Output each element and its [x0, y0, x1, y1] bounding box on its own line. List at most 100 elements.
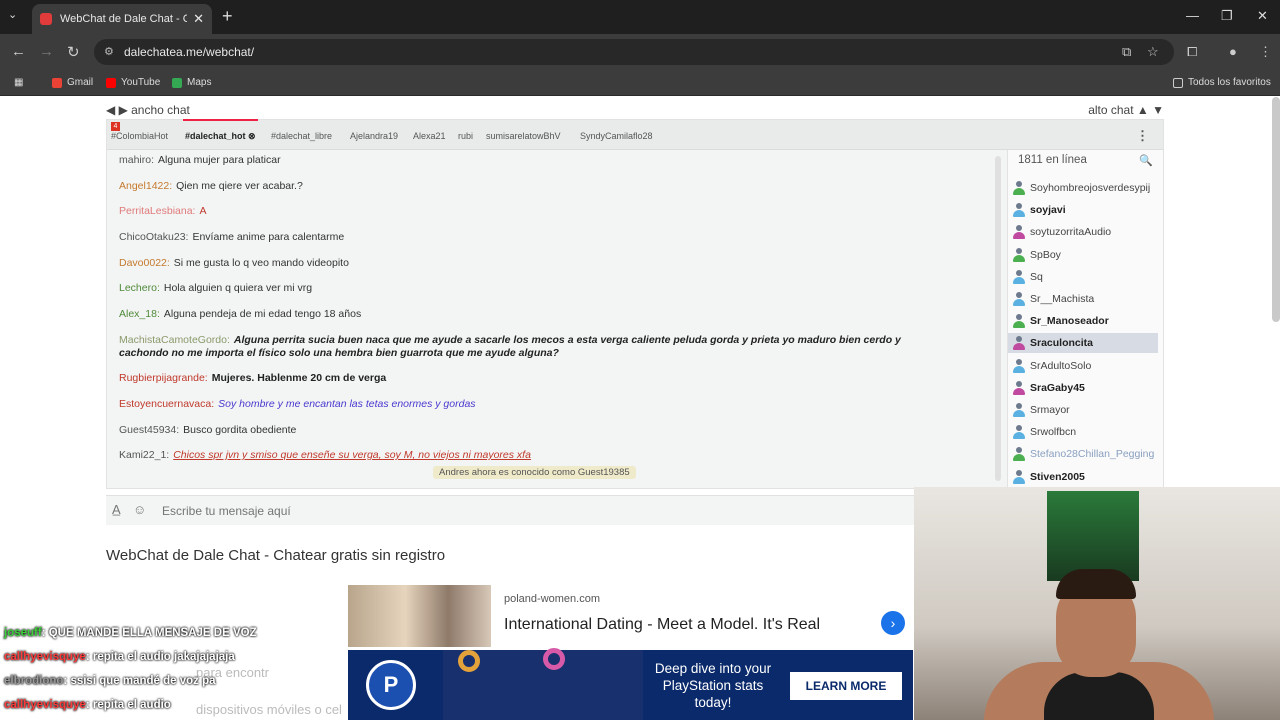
bookmark-youtube[interactable]: YouTube: [106, 77, 160, 88]
tab-syndycamilaflo28[interactable]: SyndyCamilaflo28: [580, 131, 653, 141]
tab-rubi[interactable]: rubi: [458, 131, 473, 141]
user-name: soyjavi: [1030, 204, 1066, 217]
site-favicon-icon: [40, 13, 52, 25]
message-input-bar: A̲ ☺: [106, 495, 914, 525]
message-username[interactable]: PerritaLesbiana:: [119, 205, 195, 217]
bookmark-maps[interactable]: Maps: [172, 77, 211, 88]
page-scrollbar[interactable]: [1272, 97, 1280, 322]
all-bookmarks[interactable]: Todos los favoritos: [1173, 77, 1271, 88]
message-username[interactable]: MachistaCamoteGordo:: [119, 334, 230, 346]
tab-alexa21[interactable]: Alexa21: [413, 131, 446, 141]
webcam-overlay: [914, 487, 1280, 720]
tab-close-icon[interactable]: ✕: [193, 11, 204, 27]
ad-banner-dating[interactable]: poland-women.com International Dating - …: [348, 585, 913, 647]
chat-size-controls: ◀ ▶ ancho chat alto chat ▲ ▼: [106, 101, 1164, 119]
bookmark-gmail[interactable]: Gmail: [52, 77, 93, 88]
forward-icon[interactable]: →: [39, 43, 54, 60]
message-username[interactable]: Angel1422:: [119, 180, 172, 192]
gmail-icon: [52, 77, 62, 88]
user-list-item[interactable]: Sq: [1008, 267, 1158, 287]
joker-poster: [1047, 491, 1139, 581]
ad-logo-icon: P: [366, 660, 416, 710]
message-input[interactable]: [162, 500, 902, 522]
chat-message: Alex_18: Alguna pendeja de mi edad tengo …: [119, 308, 909, 321]
learn-more-button[interactable]: LEARN MORE: [790, 672, 902, 700]
user-name: Srwolfbcn: [1030, 426, 1077, 439]
ad-image: [348, 585, 491, 647]
message-text: Envíame anime para calentarme: [192, 231, 345, 243]
male-avatar-icon: [1013, 425, 1025, 440]
chat-message: Estoyencuernavaca: Soy hombre y me encant…: [119, 398, 909, 411]
ad-arrow-icon[interactable]: ›: [881, 611, 905, 635]
restore-icon[interactable]: ❐: [1221, 8, 1233, 24]
user-list-item[interactable]: Sr__Machista: [1008, 289, 1158, 309]
user-list-item[interactable]: Stiven2005: [1008, 467, 1158, 487]
user-list-item[interactable]: soytuzorritaAudio: [1008, 222, 1158, 242]
user-list-item[interactable]: soyjavi: [1008, 200, 1158, 220]
new-tab-icon[interactable]: +: [222, 6, 233, 27]
message-scrollbar[interactable]: [995, 156, 1001, 481]
user-list-item[interactable]: SraGaby45: [1008, 378, 1158, 398]
stream-chat-user: elbrodiono: [4, 675, 64, 687]
browser-tab[interactable]: WebChat de Dale Chat - Chatear ✕: [32, 4, 212, 34]
extensions-icon[interactable]: ⧠: [1187, 44, 1197, 60]
tab-dalechat-hot[interactable]: #dalechat_hot ⊗: [183, 119, 258, 142]
profile-icon[interactable]: ●: [1229, 44, 1237, 59]
stream-chat-user: callhyevisquye: [4, 651, 86, 663]
tab-colombiahot[interactable]: #ColombiaHot: [111, 131, 168, 141]
tab-ajelandra19[interactable]: Ajelandra19: [350, 131, 398, 141]
back-icon[interactable]: ←: [11, 43, 26, 60]
page-title: WebChat de Dale Chat - Chatear gratis si…: [106, 547, 446, 564]
message-username[interactable]: Guest45934:: [119, 424, 179, 436]
user-list-item[interactable]: Sraculoncita: [1008, 333, 1158, 354]
stream-chat-user: callhyevisquye: [4, 699, 86, 711]
stream-chat-user: joseuff: [4, 627, 42, 639]
user-list-item[interactable]: Sr_Manoseador: [1008, 311, 1158, 331]
address-bar[interactable]: ⚙ dalechatea.me/webchat/: [94, 39, 1174, 65]
message-text: Alguna perrita sucia buen naca que me ay…: [119, 334, 901, 359]
message-username[interactable]: Rugbierpijagrande:: [119, 372, 208, 384]
site-info-icon[interactable]: ⚙: [104, 39, 114, 65]
tab-search-icon[interactable]: ⌄: [8, 8, 17, 21]
tab-sumisarelatowbhv[interactable]: sumisarelatowBhV: [486, 131, 561, 141]
user-list-item[interactable]: Srwolfbcn: [1008, 422, 1158, 442]
unread-badge: 4: [111, 122, 120, 131]
user-search-icon[interactable]: 🔍: [1139, 154, 1153, 167]
ad-headline[interactable]: International Dating - Meet a Model. It'…: [504, 616, 820, 634]
install-icon[interactable]: ⧉: [1122, 44, 1131, 60]
tab-close-icon[interactable]: ⊗: [248, 131, 256, 141]
font-style-icon[interactable]: A̲: [112, 502, 121, 517]
emoji-icon[interactable]: ☺: [133, 502, 146, 517]
menu-icon[interactable]: ⋮: [1259, 44, 1272, 60]
user-list-item[interactable]: Stefano28Chillan_Pegging: [1008, 444, 1158, 464]
user-list-item[interactable]: SrAdultoSolo: [1008, 356, 1158, 376]
user-list-item[interactable]: Srmayor: [1008, 400, 1158, 420]
chat-message: Lechero: Hola alguien q quiera ver mi vrg: [119, 282, 909, 295]
tab-dalechat-libre[interactable]: #dalechat_libre: [271, 131, 332, 141]
window-close-icon[interactable]: ✕: [1257, 8, 1268, 24]
message-username[interactable]: Kami22_1:: [119, 449, 169, 461]
message-username[interactable]: Lechero:: [119, 282, 160, 294]
message-username[interactable]: ChicoOtaku23:: [119, 231, 188, 243]
system-notice: Andres ahora es conocido como Guest19385: [433, 466, 636, 479]
reload-icon[interactable]: ↻: [67, 43, 80, 61]
message-username[interactable]: Davo0022:: [119, 257, 170, 269]
message-username[interactable]: Alex_18:: [119, 308, 160, 320]
user-list-panel: 1811 en línea 🔍 Soyhombreojosverdesypij s…: [1007, 150, 1163, 488]
male-avatar-icon: [1013, 447, 1025, 462]
user-list-item[interactable]: SpBoy: [1008, 245, 1158, 265]
chat-options-icon[interactable]: ⋮: [1136, 128, 1149, 144]
chat-message: PerritaLesbiana: A: [119, 205, 909, 218]
ad-banner-playstation[interactable]: P Deep dive into your PlayStation stats …: [348, 648, 913, 720]
message-username[interactable]: mahiro:: [119, 154, 154, 166]
bookmark-star-icon[interactable]: ☆: [1147, 44, 1159, 60]
chat-width-control[interactable]: ◀ ▶ ancho chat: [106, 103, 190, 117]
ad-text: Deep dive into your PlayStation stats to…: [654, 661, 772, 710]
user-list-item[interactable]: Soyhombreojosverdesypij: [1008, 178, 1158, 198]
message-text: Chicos spr jvn y smiso que enseñe su ver…: [173, 449, 531, 461]
chat-height-control[interactable]: alto chat ▲ ▼: [1088, 103, 1164, 117]
url-text: dalechatea.me/webchat/: [124, 45, 255, 59]
minimize-icon[interactable]: —: [1186, 8, 1199, 23]
apps-icon[interactable]: ▦: [14, 77, 23, 88]
message-username[interactable]: Estoyencuernavaca:: [119, 398, 214, 410]
